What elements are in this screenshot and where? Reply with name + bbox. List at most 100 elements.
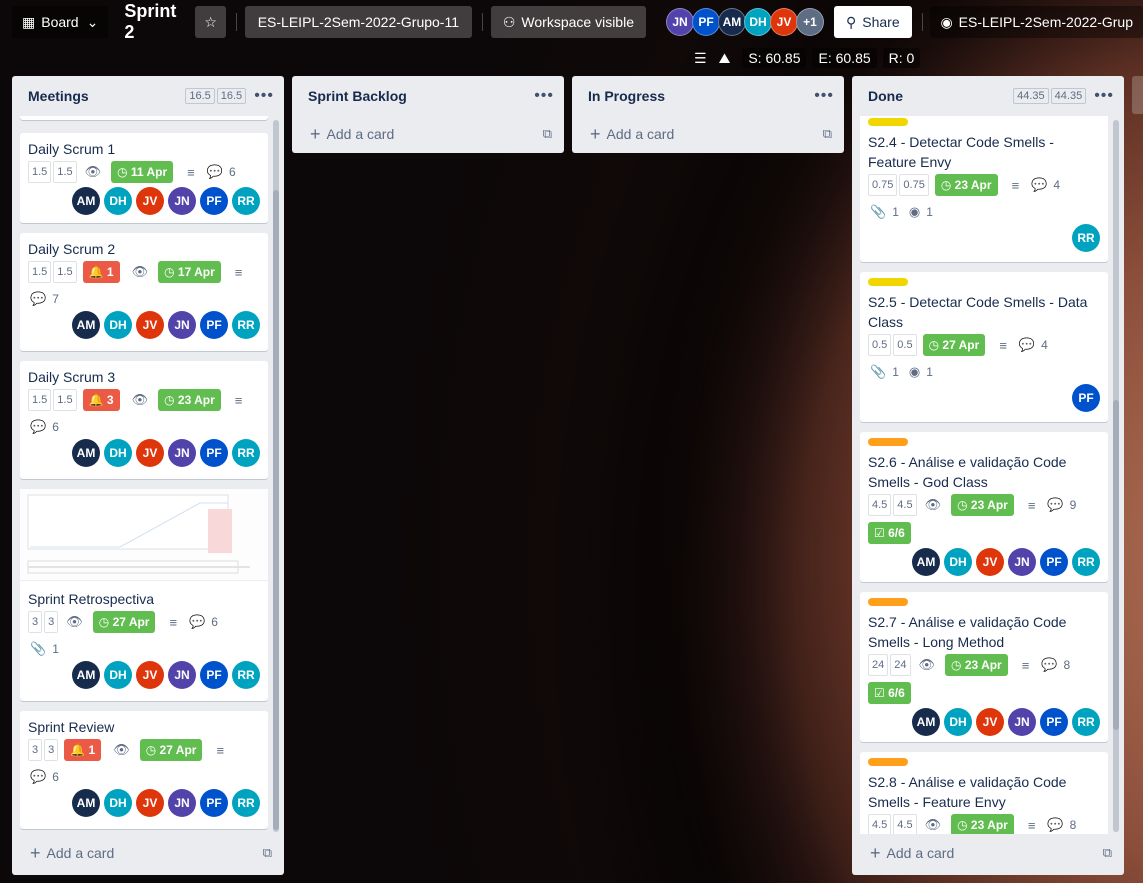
avatar[interactable]: DH: [743, 8, 772, 36]
template-icon[interactable]: ⧉: [543, 126, 552, 142]
avatar[interactable]: DH: [944, 548, 972, 576]
due-date-badge[interactable]: ◷ 27 Apr: [92, 611, 156, 633]
avatar[interactable]: DH: [104, 789, 132, 817]
avatar[interactable]: RR: [1072, 224, 1100, 252]
card[interactable]: Sprint Review 3 3 🔔 1 👁 ◷ 27 Apr ≡ 💬 6 A…: [20, 711, 268, 829]
avatar[interactable]: JV: [136, 311, 164, 339]
card-label[interactable]: [868, 438, 908, 446]
avatar[interactable]: PF: [200, 439, 228, 467]
avatar[interactable]: DH: [104, 439, 132, 467]
avatar[interactable]: JN: [168, 661, 196, 689]
avatar[interactable]: JN: [168, 439, 196, 467]
card-label[interactable]: [868, 598, 908, 606]
chart-icon[interactable]: ⛰: [719, 50, 731, 67]
board-title[interactable]: Sprint 2: [124, 1, 181, 43]
star-button[interactable]: ☆: [195, 6, 226, 38]
avatar[interactable]: JV: [769, 8, 798, 36]
avatar[interactable]: AM: [912, 548, 940, 576]
avatar[interactable]: AM: [717, 8, 746, 36]
card[interactable]: Daily Scrum 2 1.5 1.5 🔔 1 👁 ◷ 17 Apr ≡ 💬…: [20, 233, 268, 351]
avatar[interactable]: DH: [104, 311, 132, 339]
avatar[interactable]: RR: [232, 187, 260, 215]
github-button[interactable]: ◉ ES-LEIPL-2Sem-2022-Grup: [930, 6, 1143, 38]
list-title[interactable]: Done: [868, 88, 1011, 104]
avatar[interactable]: PF: [1040, 548, 1068, 576]
avatar[interactable]: PF: [200, 311, 228, 339]
card[interactable]: Sprint Retrospectiva 3 3 👁 ◷ 27 Apr ≡ 💬 …: [20, 489, 268, 701]
add-card-button[interactable]: + Add a card ⧉: [572, 116, 844, 152]
avatar[interactable]: DH: [944, 708, 972, 736]
avatar[interactable]: RR: [232, 661, 260, 689]
avatar[interactable]: JV: [136, 789, 164, 817]
card[interactable]: S2.8 - Análise e validação Code Smells -…: [860, 752, 1108, 834]
card-label[interactable]: [868, 758, 908, 766]
scrollbar-thumb[interactable]: [273, 190, 279, 830]
avatar[interactable]: JN: [1008, 548, 1036, 576]
card[interactable]: S2.4 - Detectar Code Smells - Feature En…: [860, 116, 1108, 262]
avatar[interactable]: AM: [912, 708, 940, 736]
avatar[interactable]: DH: [104, 661, 132, 689]
scrollbar[interactable]: [273, 120, 279, 832]
due-date-badge[interactable]: ◷ 17 Apr: [158, 261, 221, 283]
avatar[interactable]: JN: [1008, 708, 1036, 736]
avatar[interactable]: DH: [104, 187, 132, 215]
next-list-edge[interactable]: [1132, 76, 1143, 114]
avatar[interactable]: RR: [232, 439, 260, 467]
avatar[interactable]: PF: [1040, 708, 1068, 736]
avatar[interactable]: PF: [200, 789, 228, 817]
avatar[interactable]: PF: [1072, 384, 1100, 412]
avatar[interactable]: PF: [200, 187, 228, 215]
card-label[interactable]: [868, 118, 908, 126]
due-date-badge[interactable]: ◷ 23 Apr: [945, 654, 1008, 676]
card[interactable]: S2.5 - Detectar Code Smells - Data Class…: [860, 272, 1108, 422]
card[interactable]: S2.6 - Análise e validação Code Smells -…: [860, 432, 1108, 582]
avatar[interactable]: AM: [72, 311, 100, 339]
avatar[interactable]: JV: [136, 439, 164, 467]
card[interactable]: Daily Scrum 3 1.5 1.5 🔔 3 👁 ◷ 23 Apr ≡ 💬…: [20, 361, 268, 479]
scrollbar-thumb[interactable]: [1113, 400, 1119, 730]
due-date-badge[interactable]: ◷ 11 Apr: [111, 161, 174, 183]
avatar[interactable]: JV: [976, 548, 1004, 576]
card[interactable]: S2.7 - Análise e validação Code Smells -…: [860, 592, 1108, 742]
add-card-button[interactable]: + Add a card ⧉: [852, 835, 1124, 871]
avatar[interactable]: RR: [232, 311, 260, 339]
avatar[interactable]: RR: [1072, 548, 1100, 576]
list-title[interactable]: Meetings: [28, 88, 183, 104]
due-date-badge[interactable]: ◷ 23 Apr: [158, 389, 221, 411]
card-label[interactable]: [868, 278, 908, 286]
list-menu-icon[interactable]: •••: [254, 87, 274, 105]
visibility-button[interactable]: ⚇ Workspace visible: [490, 6, 646, 38]
avatar[interactable]: AM: [72, 789, 100, 817]
workspace-button[interactable]: ES-LEIPL-2Sem-2022-Grupo-11: [244, 6, 473, 38]
avatar[interactable]: JN: [168, 187, 196, 215]
avatar[interactable]: RR: [232, 789, 260, 817]
list-menu-icon[interactable]: •••: [534, 87, 554, 105]
due-date-badge[interactable]: ◷ 23 Apr: [951, 494, 1014, 516]
list-title[interactable]: In Progress: [588, 88, 806, 104]
due-date-badge[interactable]: ◷ 27 Apr: [922, 334, 986, 356]
template-icon[interactable]: ⧉: [263, 845, 272, 861]
avatar[interactable]: JN: [168, 789, 196, 817]
avatar[interactable]: JV: [976, 708, 1004, 736]
avatar[interactable]: AM: [72, 661, 100, 689]
avatar[interactable]: PF: [691, 8, 720, 36]
board-switcher-button[interactable]: ▦ Board ⌄: [12, 6, 109, 38]
scrollbar[interactable]: [1113, 120, 1119, 832]
list-title[interactable]: Sprint Backlog: [308, 88, 526, 104]
avatar[interactable]: JN: [665, 8, 694, 36]
card[interactable]: [20, 116, 268, 120]
avatar[interactable]: PF: [200, 661, 228, 689]
avatar[interactable]: JV: [136, 187, 164, 215]
template-icon[interactable]: ⧉: [1103, 845, 1112, 861]
avatar[interactable]: AM: [72, 439, 100, 467]
avatar[interactable]: AM: [72, 187, 100, 215]
extra-members-count[interactable]: +1: [795, 8, 824, 36]
due-date-badge[interactable]: ◷ 23 Apr: [934, 174, 998, 196]
avatar[interactable]: JV: [136, 661, 164, 689]
avatar[interactable]: JN: [168, 311, 196, 339]
due-date-badge[interactable]: ◷ 23 Apr: [951, 814, 1014, 834]
add-card-button[interactable]: + Add a card ⧉: [292, 116, 564, 152]
avatar[interactable]: RR: [1072, 708, 1100, 736]
card[interactable]: Daily Scrum 1 1.5 1.5 👁 ◷ 11 Apr ≡ 💬 6 A…: [20, 133, 268, 223]
share-button[interactable]: ⚲ Share: [833, 6, 912, 38]
